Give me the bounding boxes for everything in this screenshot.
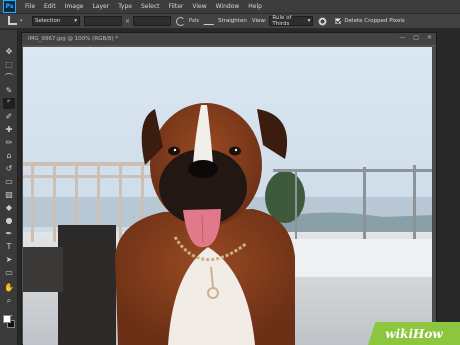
overlay-view-value: Rule of Thirds: [272, 15, 292, 27]
lasso-tool-icon[interactable]: ⌒: [3, 72, 15, 83]
crop-preset-dropdown[interactable]: Selection ▾: [32, 16, 80, 26]
close-icon[interactable]: ✕: [427, 34, 432, 41]
blur-tool-icon[interactable]: ◆: [3, 202, 15, 213]
crop-height-field[interactable]: [133, 16, 172, 26]
document-window: IMG_9967.jpg @ 100% (RGB/8) * — □ ✕: [21, 32, 437, 345]
menu-image[interactable]: Image: [65, 3, 84, 10]
crop-tool-icon[interactable]: ⌜: [3, 98, 15, 109]
history-brush-tool-icon[interactable]: ↺: [3, 163, 15, 174]
chevron-down-icon[interactable]: ▾: [20, 18, 26, 24]
gradient-tool-icon[interactable]: ▨: [3, 189, 15, 200]
pen-tool-icon[interactable]: ✒: [3, 228, 15, 239]
chevron-down-icon: ▾: [74, 18, 77, 24]
chevron-down-icon: ▾: [307, 18, 311, 24]
menu-type[interactable]: Type: [118, 3, 132, 10]
menu-edit[interactable]: Edit: [44, 3, 56, 10]
swap-dimensions-icon[interactable]: ×: [125, 18, 130, 25]
crop-preset-icon[interactable]: [5, 15, 19, 27]
overlay-view-dropdown[interactable]: Rule of Thirds ▾: [269, 15, 314, 27]
maximize-icon[interactable]: □: [413, 34, 419, 41]
eraser-tool-icon[interactable]: ▭: [3, 176, 15, 187]
photoshop-logo: Ps: [3, 0, 16, 13]
shape-tool-icon[interactable]: ▭: [3, 267, 15, 278]
straighten-label[interactable]: Straighten: [218, 18, 247, 24]
menu-filter[interactable]: Filter: [169, 3, 184, 10]
gear-icon[interactable]: [318, 16, 328, 26]
document-tab[interactable]: IMG_9967.jpg @ 100% (RGB/8) *: [22, 33, 124, 45]
delete-cropped-label: Delete Cropped Pixels: [344, 18, 405, 24]
menu-layer[interactable]: Layer: [92, 3, 109, 10]
crop-width-field[interactable]: [84, 16, 122, 26]
tools-panel: ✥ ⬚ ⌒ ✎ ⌜ ✐ ✚ ✏ ⌂ ↺ ▭ ▨ ◆ ● ✒ T ➤ ▭ ✋ ⌕ …: [0, 30, 18, 345]
menu-window[interactable]: Window: [216, 3, 240, 10]
menu-bar: Ps File Edit Image Layer Type Select Fil…: [0, 0, 460, 13]
menu-view[interactable]: View: [192, 3, 206, 10]
menu-help[interactable]: Help: [248, 3, 262, 10]
straighten-icon[interactable]: [203, 17, 217, 25]
delete-cropped-checkbox[interactable]: [335, 18, 342, 24]
wikihow-watermark: wikiHow: [368, 322, 460, 345]
document-title-bar: IMG_9967.jpg @ 100% (RGB/8) * — □ ✕: [22, 33, 436, 45]
view-label: View:: [251, 18, 267, 24]
menu-file[interactable]: File: [25, 3, 35, 10]
menu-select[interactable]: Select: [141, 3, 160, 10]
dodge-tool-icon[interactable]: ●: [3, 215, 15, 226]
hand-tool-icon[interactable]: ✋: [3, 282, 15, 293]
marquee-tool-icon[interactable]: ⬚: [3, 59, 15, 70]
quick-select-tool-icon[interactable]: ✎: [3, 85, 15, 96]
options-bar: ▾ Selection ▾ × Pxls Straighten View: Ru…: [0, 13, 460, 29]
crop-preset-value: Selection: [35, 18, 61, 24]
brush-tool-icon[interactable]: ✏: [3, 137, 15, 148]
vertical-scrollbar[interactable]: [432, 47, 436, 345]
zoom-tool-icon[interactable]: ⌕: [3, 295, 15, 306]
rotate-icon[interactable]: [176, 16, 186, 26]
minimize-icon[interactable]: —: [399, 34, 405, 41]
boxer-dog-photo: [23, 47, 433, 345]
healing-brush-tool-icon[interactable]: ✚: [3, 124, 15, 135]
clone-stamp-tool-icon[interactable]: ⌂: [3, 150, 15, 161]
foreground-color-swatch[interactable]: [3, 315, 11, 323]
type-tool-icon[interactable]: T: [3, 241, 15, 252]
window-controls: — □ ✕: [399, 34, 432, 41]
image-canvas[interactable]: [23, 47, 433, 345]
path-select-tool-icon[interactable]: ➤: [3, 254, 15, 265]
eyedropper-tool-icon[interactable]: ✐: [3, 111, 15, 122]
clear-button[interactable]: Pxls: [187, 16, 201, 26]
move-tool-icon[interactable]: ✥: [3, 46, 15, 57]
